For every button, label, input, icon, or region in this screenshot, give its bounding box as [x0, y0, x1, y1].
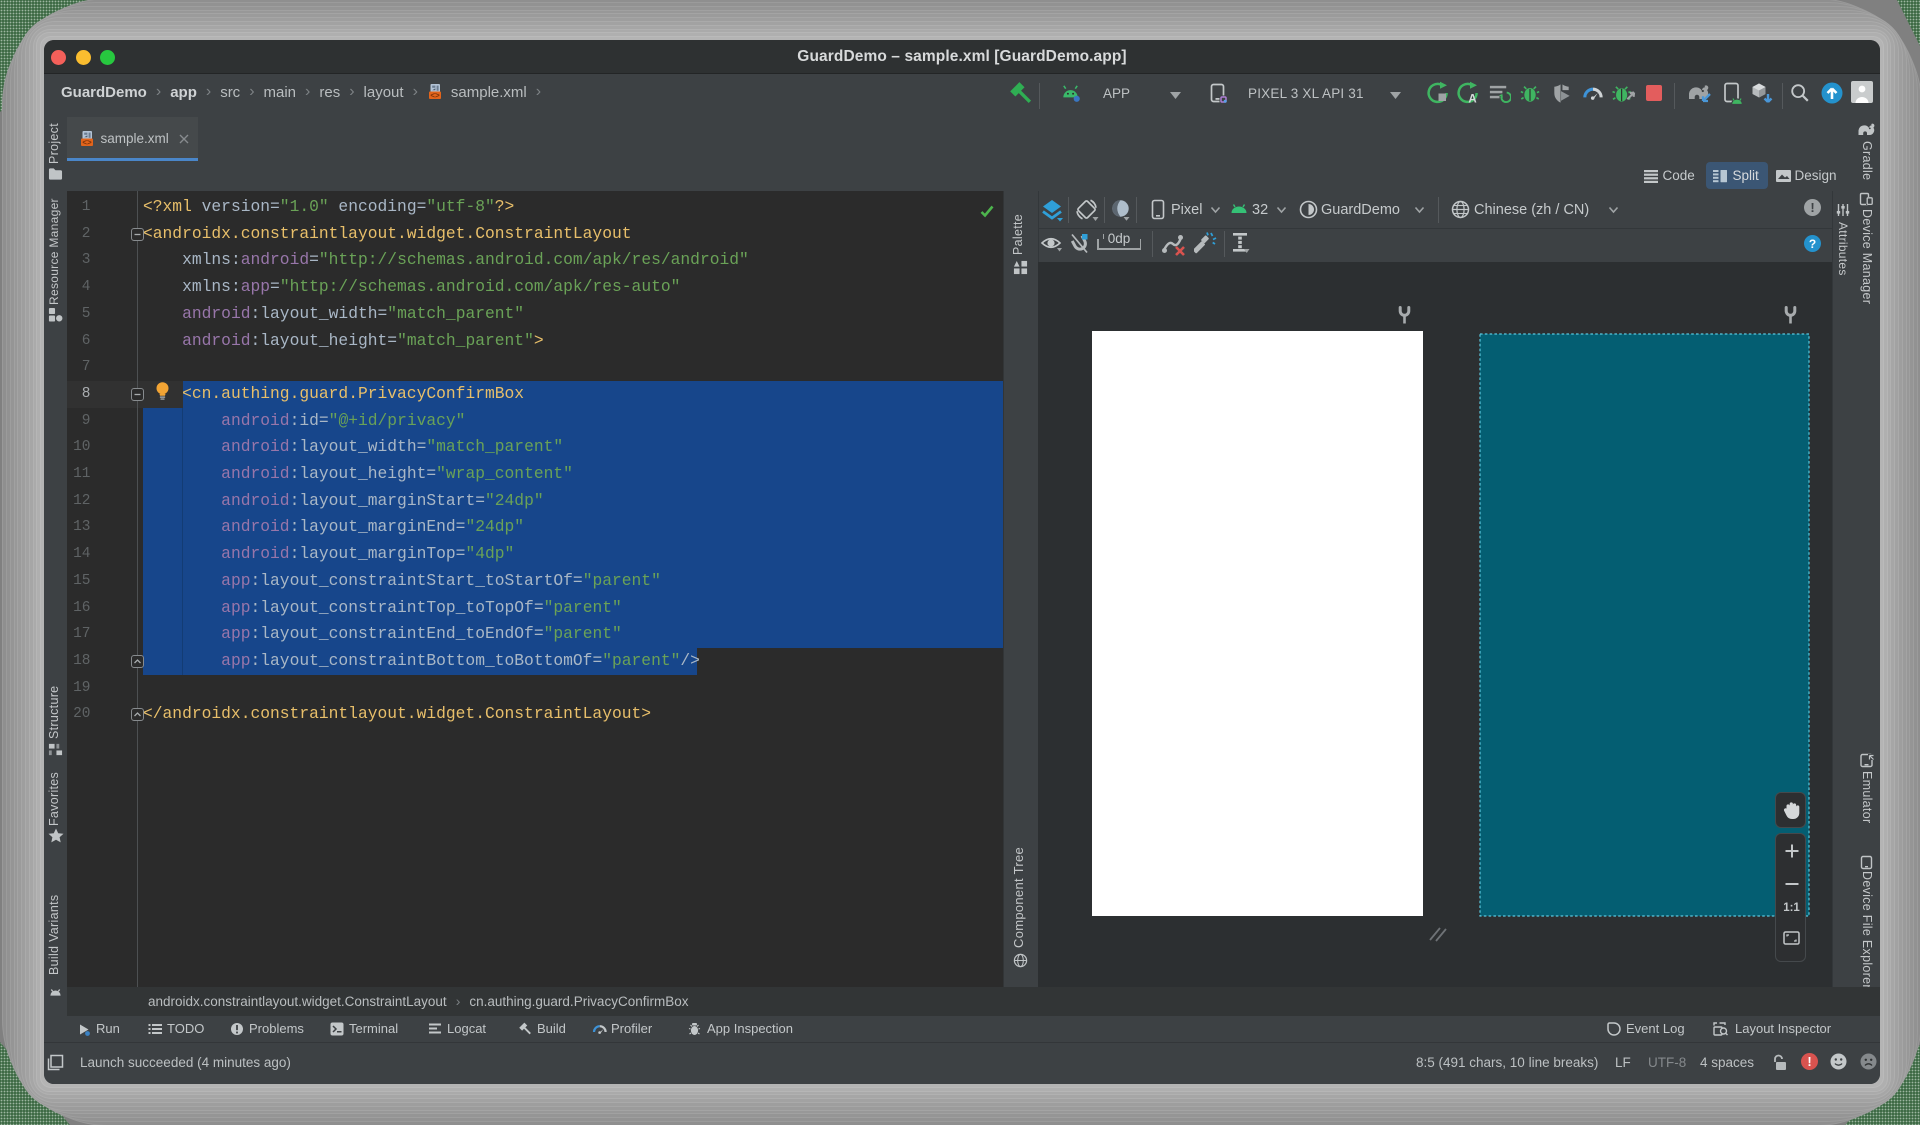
svg-text:<>: <>	[82, 138, 92, 147]
svg-text:A: A	[1468, 94, 1476, 106]
